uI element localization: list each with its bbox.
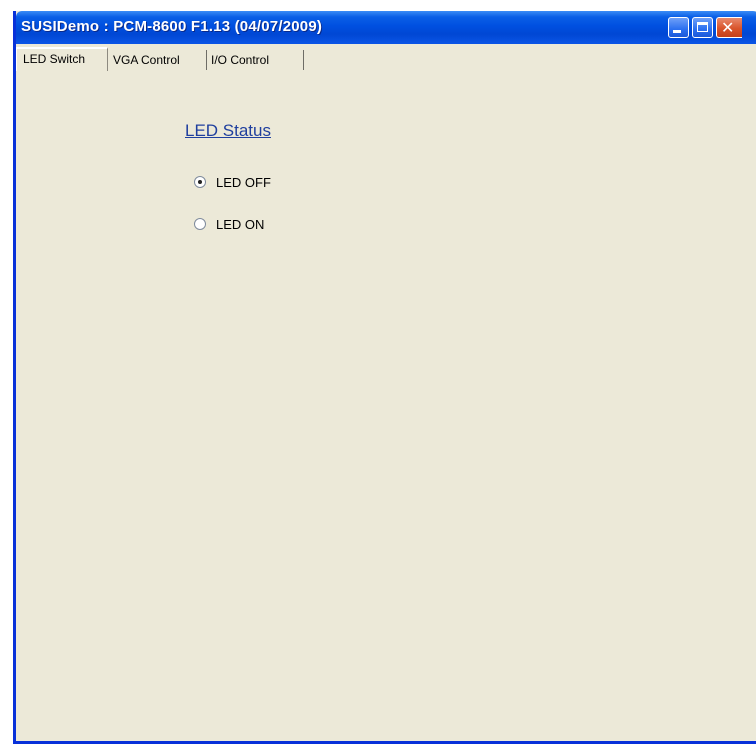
led-off-label[interactable]: LED OFF — [216, 174, 271, 192]
tab-led-switch[interactable]: LED Switch — [16, 47, 108, 71]
minimize-icon — [673, 30, 681, 33]
close-button[interactable]: ✕ — [716, 17, 742, 38]
led-on-label[interactable]: LED ON — [216, 216, 264, 234]
led-status-heading: LED Status — [185, 121, 271, 140]
window-title: SUSIDemo : PCM-8600 F1.13 (04/07/2009) — [21, 18, 323, 35]
minimize-button[interactable] — [668, 17, 689, 38]
close-icon: ✕ — [721, 18, 735, 37]
radio-selected-dot — [198, 180, 202, 184]
led-switch-panel: LED Status LED OFF LED ON — [16, 71, 756, 741]
tab-strip: LED Switch VGA Control I/O Control — [16, 47, 756, 71]
app-window: SUSIDemo : PCM-8600 F1.13 (04/07/2009) ✕… — [13, 11, 756, 744]
maximize-button[interactable] — [692, 17, 713, 38]
radio-button-selected[interactable] — [194, 176, 206, 188]
title-bar[interactable]: SUSIDemo : PCM-8600 F1.13 (04/07/2009) ✕ — [16, 11, 756, 44]
maximize-icon — [697, 22, 708, 32]
tab-io-control[interactable]: I/O Control — [209, 50, 304, 70]
radio-button-unselected[interactable] — [194, 218, 206, 230]
tab-vga-control[interactable]: VGA Control — [111, 50, 207, 70]
